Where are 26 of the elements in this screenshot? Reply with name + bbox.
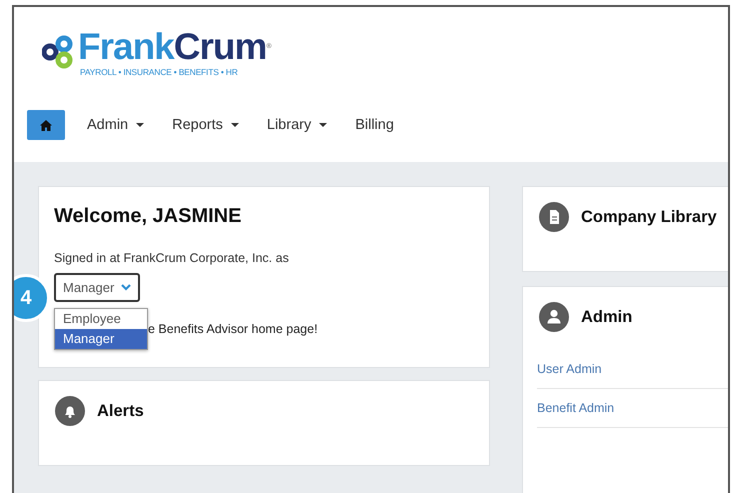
caret-icon: [230, 123, 239, 127]
signed-in-text: Signed in at FrankCrum Corporate, Inc. as: [54, 251, 290, 265]
panel-title: Company Library: [581, 208, 717, 226]
nav-menu-item[interactable]: Library: [252, 117, 342, 133]
caret-icon: [136, 123, 144, 127]
welcome-heading: Welcome, JASMINE: [54, 204, 242, 229]
nav-menu-item[interactable]: Billing: [341, 117, 408, 133]
dropdown-option[interactable]: Employee: [55, 309, 147, 329]
role-dropdown[interactable]: Manager: [54, 273, 140, 302]
chevron-icon: [121, 284, 132, 291]
admin-link[interactable]: User Admin: [537, 350, 728, 389]
dropdown-option[interactable]: Manager: [55, 329, 147, 349]
panel-title: Alerts: [97, 402, 144, 420]
panel-title: Admin: [581, 308, 632, 326]
step-number: 4: [20, 286, 32, 310]
welcome-message: e Benefits Advisor home page!: [147, 322, 319, 336]
admin-link[interactable]: Benefit Admin: [537, 389, 728, 428]
home-button[interactable]: [27, 110, 65, 140]
nav-menu-item[interactable]: Admin: [73, 117, 158, 133]
logo-tagline: PAYROLL • INSURANCE • BENEFITS • HR: [80, 67, 239, 77]
caret-icon: [319, 123, 328, 127]
nav-menu-item[interactable]: Reports: [158, 117, 253, 133]
person-icon: [539, 302, 569, 332]
home-icon: [40, 120, 52, 130]
document-icon: [539, 202, 569, 232]
bell-icon: [55, 396, 85, 426]
